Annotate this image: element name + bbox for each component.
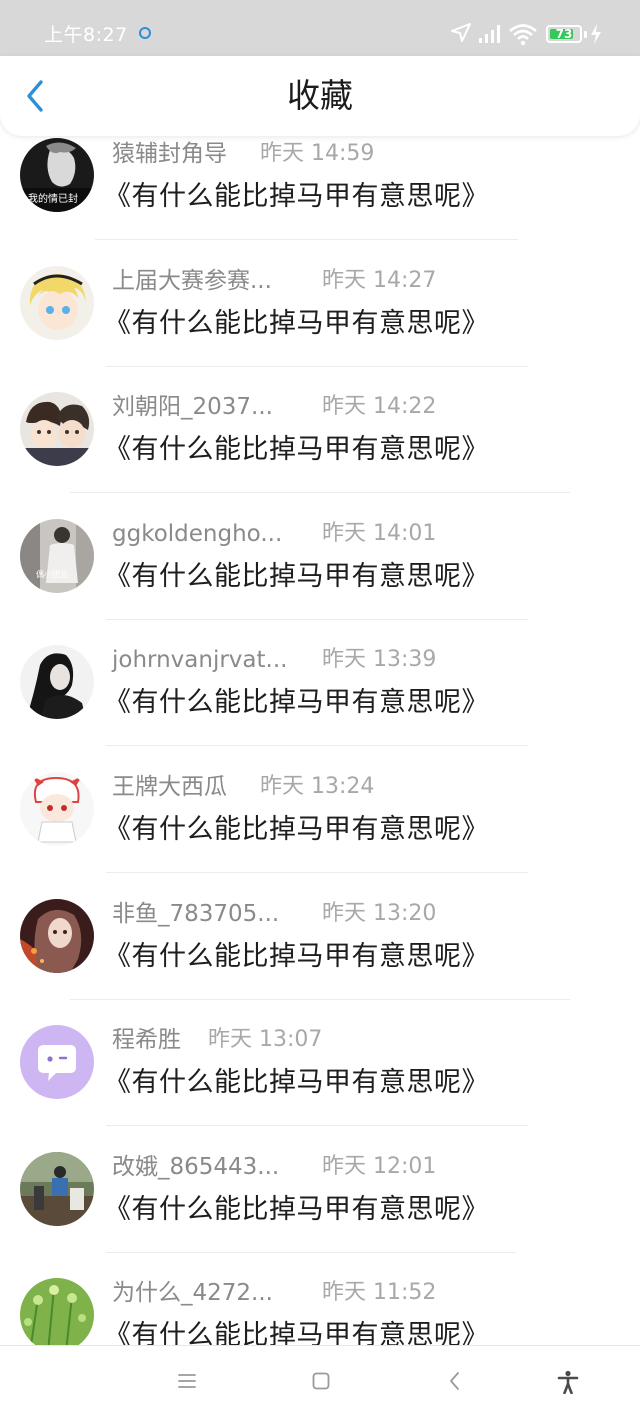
item-author[interactable]: johrnvanjrvat... (112, 645, 287, 675)
item-title[interactable]: 《有什么能比掉马甲有意思呢》 (104, 306, 489, 342)
list-item[interactable]: 我的情已封 猿辅封角导 昨天 14:59 《有什么能比掉马甲有意思呢》 (0, 136, 640, 263)
page-title: 收藏 (287, 76, 353, 115)
divider (106, 1251, 516, 1253)
divider (106, 745, 528, 747)
list-item[interactable]: 改娥_865443... 昨天 12:01 《有什么能比掉马甲有意思呢》 (0, 1149, 640, 1276)
item-author[interactable]: 为什么_4272... (112, 1278, 273, 1308)
list-item[interactable]: 偶小团总 ggkoldengho... 昨天 14:01 《有什么能比掉马甲有意… (0, 516, 640, 643)
list-item[interactable]: 上届大赛参赛... 昨天 14:27 《有什么能比掉马甲有意思呢》 (0, 263, 640, 390)
item-time: 昨天 14:01 (322, 520, 437, 546)
charging-icon (591, 24, 601, 44)
home-icon (312, 1372, 330, 1390)
avatar[interactable] (20, 392, 94, 467)
item-title[interactable]: 《有什么能比掉马甲有意思呢》 (104, 812, 489, 848)
list-item[interactable]: johrnvanjrvat... 昨天 13:39 《有什么能比掉马甲有意思呢》 (0, 642, 640, 769)
system-nav-bar (0, 1345, 640, 1423)
battery-level: 73 (555, 27, 573, 41)
item-author[interactable]: 王牌大西瓜 (112, 772, 227, 802)
notification-icon (139, 27, 151, 39)
item-author[interactable]: 程希胜 (112, 1025, 181, 1055)
wifi-icon (509, 24, 537, 46)
avatar[interactable]: 偶小团总 (20, 518, 94, 593)
list-item[interactable]: 程希胜 昨天 13:07 《有什么能比掉马甲有意思呢》 (0, 1022, 640, 1149)
divider (70, 492, 570, 494)
signal-icon (479, 25, 500, 43)
list-item[interactable]: 为什么_4272... 昨天 11:52 《有什么能比掉马甲有意思呢》 (0, 1275, 640, 1345)
home-button[interactable] (310, 1370, 332, 1396)
item-author[interactable]: 刘朝阳_2037... (112, 392, 273, 422)
list-item[interactable]: 刘朝阳_2037... 昨天 14:22 《有什么能比掉马甲有意思呢》 (0, 389, 640, 516)
avatar-caption: 我的情已封 (28, 192, 78, 205)
app-header: 收藏 (0, 56, 640, 136)
battery-tip (584, 31, 587, 38)
avatar[interactable] (20, 1278, 94, 1345)
item-time: 昨天 13:07 (208, 1027, 323, 1053)
avatar[interactable] (20, 645, 94, 720)
list-item[interactable]: 非鱼_783705... 昨天 13:20 《有什么能比掉马甲有意思呢》 (0, 896, 640, 1023)
item-time: 昨天 13:20 (322, 900, 437, 926)
divider (106, 618, 528, 620)
item-time: 昨天 12:01 (322, 1153, 437, 1179)
battery-icon: 73 (546, 25, 582, 43)
divider (106, 365, 528, 367)
list-item[interactable]: 王牌大西瓜 昨天 13:24 《有什么能比掉马甲有意思呢》 (0, 769, 640, 896)
item-title[interactable]: 《有什么能比掉马甲有意思呢》 (104, 1318, 489, 1345)
item-author[interactable]: 改娥_865443... (112, 1152, 279, 1182)
back-nav-button[interactable] (444, 1370, 466, 1396)
item-time: 昨天 13:39 (322, 647, 437, 673)
item-title[interactable]: 《有什么能比掉马甲有意思呢》 (104, 939, 489, 975)
accessibility-button[interactable] (556, 1370, 580, 1398)
item-time: 昨天 14:27 (322, 267, 437, 293)
avatar[interactable] (20, 898, 94, 973)
location-icon (451, 23, 471, 42)
item-title[interactable]: 《有什么能比掉马甲有意思呢》 (104, 559, 489, 595)
item-title[interactable]: 《有什么能比掉马甲有意思呢》 (104, 179, 489, 215)
item-title[interactable]: 《有什么能比掉马甲有意思呢》 (104, 1192, 489, 1228)
divider (106, 1125, 528, 1127)
avatar[interactable] (20, 265, 94, 340)
item-time: 昨天 13:24 (260, 773, 375, 799)
avatar[interactable] (20, 1151, 94, 1226)
accessibility-icon (557, 1370, 579, 1395)
divider (95, 239, 518, 240)
menu-button[interactable] (176, 1370, 198, 1396)
item-title[interactable]: 《有什么能比掉马甲有意思呢》 (104, 1065, 489, 1101)
favorites-list: 我的情已封 猿辅封角导 昨天 14:59 《有什么能比掉马甲有意思呢》 上届大赛… (0, 136, 640, 1345)
item-title[interactable]: 《有什么能比掉马甲有意思呢》 (104, 432, 489, 468)
avatar[interactable]: 我的情已封 (20, 138, 94, 212)
divider (70, 998, 570, 1000)
back-icon (450, 1372, 459, 1390)
item-time: 昨天 14:22 (322, 394, 437, 420)
item-author[interactable]: 上届大赛参赛... (112, 266, 272, 296)
avatar[interactable] (20, 771, 94, 846)
avatar-caption: 偶小团总 (36, 569, 68, 579)
item-author[interactable]: 非鱼_783705... (112, 899, 279, 929)
item-author[interactable]: ggkoldengho... (112, 519, 282, 549)
menu-icon (178, 1374, 196, 1388)
avatar[interactable] (20, 1025, 94, 1100)
item-title[interactable]: 《有什么能比掉马甲有意思呢》 (104, 685, 489, 721)
divider (106, 871, 528, 873)
item-time: 昨天 11:52 (322, 1280, 437, 1306)
